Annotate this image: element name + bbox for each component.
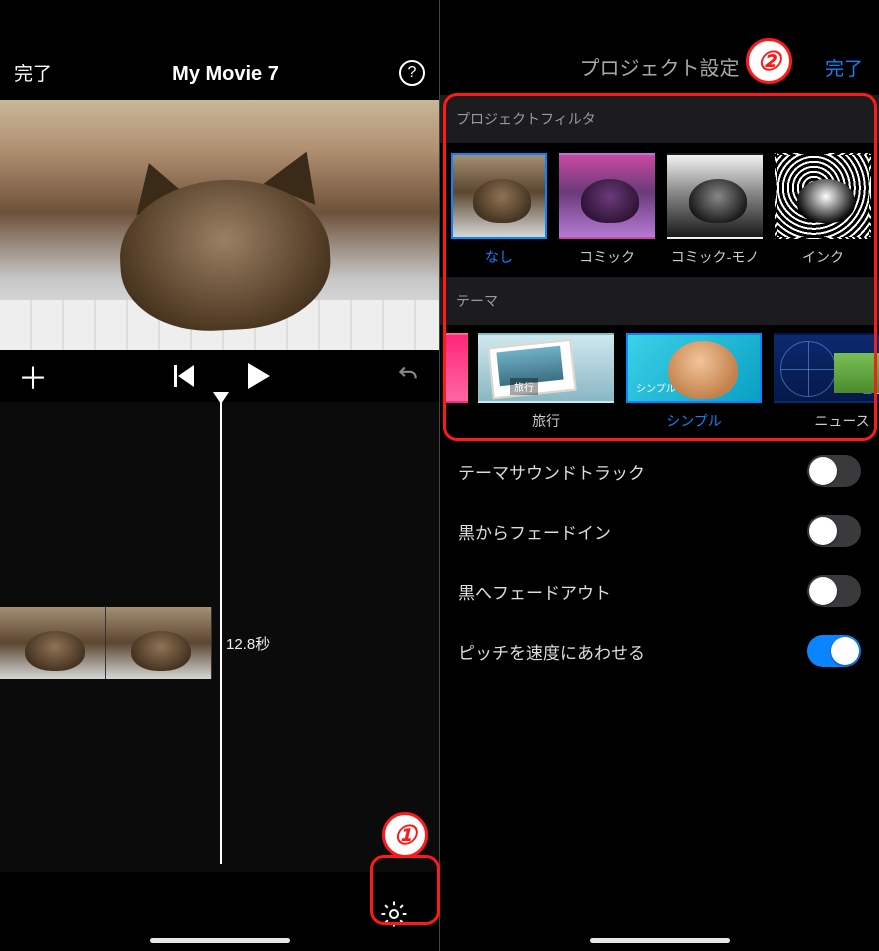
theme-thumb: シンプル — [626, 333, 762, 403]
home-indicator[interactable] — [150, 938, 290, 943]
filter-item-comic-mono[interactable]: コミック-モノ — [666, 153, 764, 267]
project-title: My Movie 7 — [172, 63, 279, 86]
filter-thumb — [451, 153, 547, 239]
timeline[interactable]: 12.8秒 — [0, 402, 439, 872]
undo-button[interactable] — [395, 361, 421, 392]
toggle-fade-out[interactable] — [807, 575, 861, 607]
home-indicator[interactable] — [590, 938, 730, 943]
help-button[interactable]: ? — [399, 60, 425, 86]
add-media-button[interactable]: ＋ — [18, 354, 48, 398]
section-header-theme: テーマ — [440, 277, 879, 325]
setting-row-fade-out: 黒へフェードアウト — [440, 561, 879, 621]
filter-thumb — [559, 153, 655, 239]
theme-strip[interactable]: 旅行 旅行 シンプル シンプル ニュース ニュース — [440, 325, 879, 431]
toggle-fade-in[interactable] — [807, 515, 861, 547]
theme-item-simple[interactable]: シンプル シンプル — [624, 333, 764, 431]
done-button-right[interactable]: 完了 — [825, 54, 863, 81]
theme-item-prev[interactable] — [444, 333, 468, 431]
theme-item-travel[interactable]: 旅行 旅行 — [476, 333, 616, 431]
setting-row-fade-in: 黒からフェードイン — [440, 501, 879, 561]
settings-gear-icon[interactable] — [379, 899, 409, 934]
settings-list: テーマサウンドトラック 黒からフェードイン 黒へフェードアウト ピッチを速度にあ… — [440, 441, 879, 681]
clip-row: 12.8秒 — [0, 607, 270, 679]
section-header-filter: プロジェクトフィルタ — [440, 95, 879, 143]
filter-strip[interactable]: なし コミック コミック-モノ インク — [440, 143, 879, 267]
setting-row-theme-soundtrack: テーマサウンドトラック — [440, 441, 879, 501]
setting-label: 黒へフェードアウト — [458, 579, 611, 604]
setting-label: テーマサウンドトラック — [458, 459, 645, 484]
theme-thumb — [444, 333, 468, 403]
setting-row-pitch-speed: ピッチを速度にあわせる — [440, 621, 879, 681]
play-button[interactable] — [248, 363, 270, 389]
setting-label: ピッチを速度にあわせる — [458, 639, 645, 664]
project-settings-pane: プロジェクト設定 完了 プロジェクトフィルタ なし コミック コミック-モノ イ… — [439, 0, 879, 951]
theme-label: 旅行 — [532, 411, 560, 431]
filter-label: なし — [485, 247, 513, 267]
filter-item-comic[interactable]: コミック — [558, 153, 656, 267]
editor-header: 完了 My Movie 7 ? — [0, 0, 439, 100]
editor-pane: 完了 My Movie 7 ? ＋ — [0, 0, 439, 951]
video-preview[interactable] — [0, 100, 439, 350]
settings-title: プロジェクト設定 — [580, 52, 740, 81]
clip-thumb[interactable] — [106, 607, 212, 679]
toggle-pitch-speed[interactable] — [807, 635, 861, 667]
filter-item-none[interactable]: なし — [450, 153, 548, 267]
theme-item-news[interactable]: ニュース ニュース — [772, 333, 879, 431]
theme-label: ニュース — [814, 411, 869, 431]
editor-bottombar — [0, 881, 439, 951]
filter-thumb — [667, 153, 763, 239]
clip-thumb[interactable] — [0, 607, 106, 679]
toggle-theme-soundtrack[interactable] — [807, 455, 861, 487]
done-button-left[interactable]: 完了 — [14, 59, 52, 86]
filter-item-ink[interactable]: インク — [774, 153, 872, 267]
filter-thumb — [775, 153, 871, 239]
filter-label: コミック — [579, 247, 635, 267]
clip-duration-label: 12.8秒 — [226, 633, 270, 654]
theme-thumb: 旅行 — [478, 333, 614, 403]
setting-label: 黒からフェードイン — [458, 519, 611, 544]
go-to-start-button[interactable] — [174, 365, 194, 387]
settings-header: プロジェクト設定 完了 — [440, 0, 879, 95]
theme-label: シンプル — [666, 411, 722, 431]
filter-label: コミック-モノ — [671, 247, 760, 267]
theme-thumb: ニュース — [774, 333, 879, 403]
filter-label: インク — [802, 247, 844, 267]
